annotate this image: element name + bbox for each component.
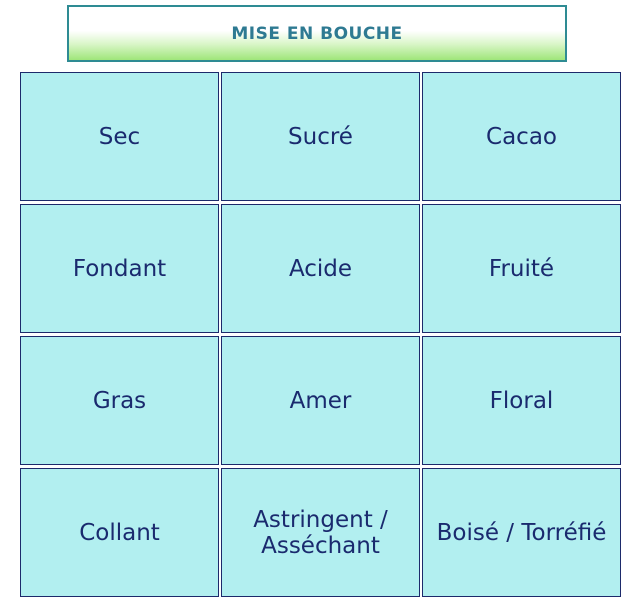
option-label: Sucré xyxy=(288,123,353,150)
option-gras[interactable]: Gras xyxy=(20,336,219,465)
option-amer[interactable]: Amer xyxy=(221,336,420,465)
option-grid: Sec Sucré Cacao Fondant Acide Fruité Gra… xyxy=(20,72,622,600)
option-label: Collant xyxy=(79,519,160,546)
option-label: Astringent / Asséchant xyxy=(253,506,388,559)
option-label: Cacao xyxy=(486,123,557,150)
option-sec[interactable]: Sec xyxy=(20,72,219,201)
option-floral[interactable]: Floral xyxy=(422,336,621,465)
option-label: Floral xyxy=(489,387,554,414)
option-cacao[interactable]: Cacao xyxy=(422,72,621,201)
option-boise-torrefie[interactable]: Boisé / Torréfié xyxy=(422,468,621,597)
option-acide[interactable]: Acide xyxy=(221,204,420,333)
option-astringent-assechant[interactable]: Astringent / Asséchant xyxy=(221,468,420,597)
option-fruite[interactable]: Fruité xyxy=(422,204,621,333)
option-label: Boisé / Torréfié xyxy=(436,519,607,546)
option-label: Fondant xyxy=(72,255,167,282)
option-label: Fruité xyxy=(488,255,555,282)
option-collant[interactable]: Collant xyxy=(20,468,219,597)
option-label: Sec xyxy=(98,123,141,150)
header-banner: MISE EN BOUCHE xyxy=(67,5,567,62)
option-sucre[interactable]: Sucré xyxy=(221,72,420,201)
option-fondant[interactable]: Fondant xyxy=(20,204,219,333)
option-label: Acide xyxy=(288,255,353,282)
page-title: MISE EN BOUCHE xyxy=(231,23,403,44)
option-label: Gras xyxy=(92,387,147,414)
option-label: Amer xyxy=(289,387,352,414)
